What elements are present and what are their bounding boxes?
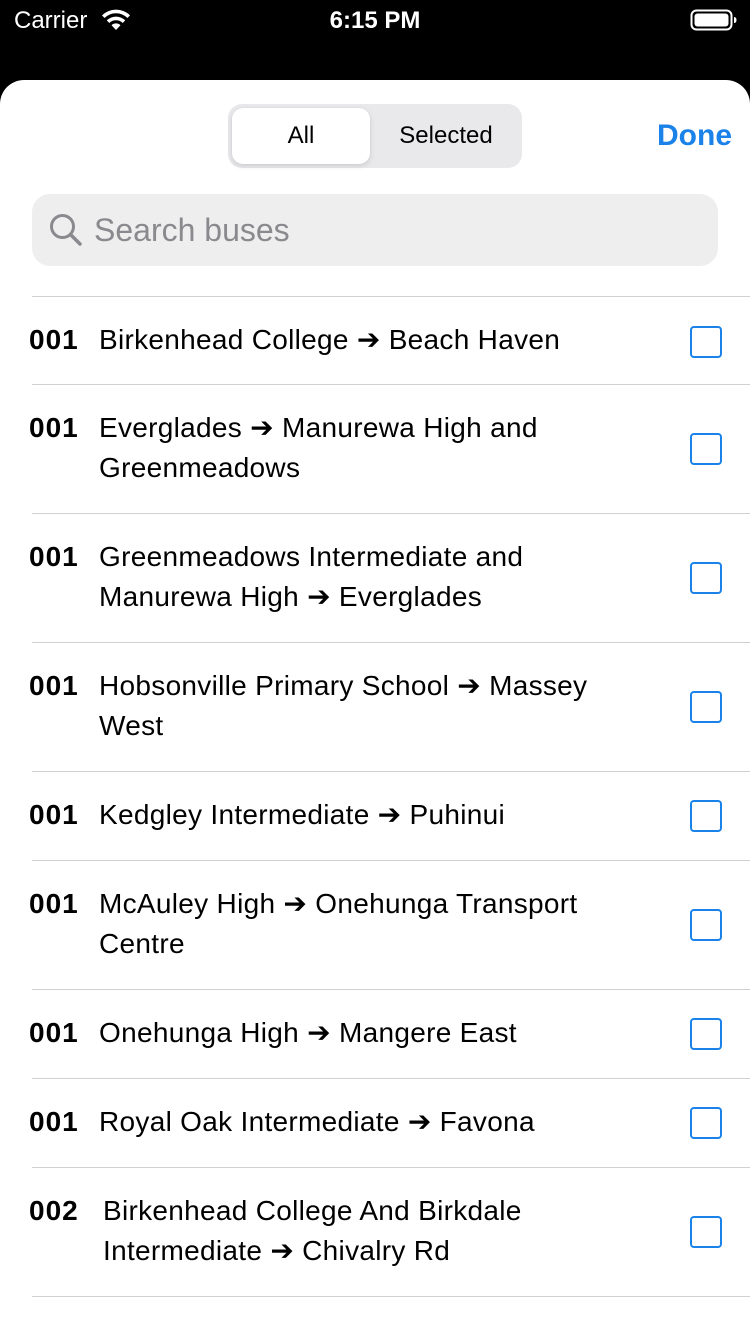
route-number: 001 xyxy=(29,670,79,701)
segment-selected[interactable]: Selected xyxy=(374,108,518,164)
bus-route-list: 001 Birkenhead College ➔ Beach Haven 001… xyxy=(0,296,750,1334)
done-button[interactable]: Done xyxy=(620,108,732,164)
route-number: 001 xyxy=(29,1017,79,1048)
filter-segmented-control: All Selected xyxy=(228,104,522,168)
row-divider xyxy=(32,642,750,643)
list-item[interactable] xyxy=(0,1296,750,1334)
route-number: 001 xyxy=(29,1106,79,1137)
route-name: Birkenhead College ➔ Beach Haven xyxy=(99,324,561,355)
route-name: Royal Oak Intermediate ➔ Favona xyxy=(99,1106,535,1137)
row-divider xyxy=(32,1296,750,1297)
segment-all[interactable]: All xyxy=(232,108,370,164)
route-name: Onehunga High ➔ Mangere East xyxy=(99,1017,517,1048)
row-divider xyxy=(32,771,750,772)
row-divider xyxy=(32,860,750,861)
battery-icon xyxy=(690,8,738,32)
list-item[interactable]: 002 Birkenhead College And Birkdale Inte… xyxy=(0,1167,750,1296)
route-checkbox[interactable] xyxy=(690,691,722,723)
route-name: Birkenhead College And Birkdale Intermed… xyxy=(103,1195,522,1266)
route-name: Everglades ➔ Manurewa High and Greenmead… xyxy=(99,412,538,483)
list-item[interactable]: 001 Hobsonville Primary School ➔ Massey … xyxy=(0,642,750,771)
list-item[interactable]: 001 Everglades ➔ Manurewa High and Green… xyxy=(0,384,750,513)
route-name: Hobsonville Primary School ➔ Massey West xyxy=(99,670,588,741)
route-number: 001 xyxy=(29,888,79,919)
route-checkbox[interactable] xyxy=(690,1107,722,1139)
row-divider xyxy=(32,296,750,297)
row-divider xyxy=(32,384,750,385)
route-number: 001 xyxy=(29,324,79,355)
row-divider xyxy=(32,1078,750,1079)
route-number: 001 xyxy=(29,541,79,572)
status-bar: Carrier 6:15 PM xyxy=(0,0,750,80)
status-time: 6:15 PM xyxy=(329,7,421,34)
search-bar[interactable] xyxy=(32,194,718,266)
route-number: 001 xyxy=(29,799,79,830)
route-checkbox[interactable] xyxy=(690,1216,722,1248)
list-item[interactable]: 001 Royal Oak Intermediate ➔ Favona xyxy=(0,1078,750,1167)
row-divider xyxy=(32,989,750,990)
row-divider xyxy=(32,1167,750,1168)
route-name: Greenmeadows Intermediate and Manurewa H… xyxy=(99,541,524,612)
route-checkbox[interactable] xyxy=(690,562,722,594)
route-checkbox[interactable] xyxy=(690,1018,722,1050)
route-checkbox[interactable] xyxy=(690,909,722,941)
route-checkbox[interactable] xyxy=(690,433,722,465)
list-item[interactable]: 001 McAuley High ➔ Onehunga Transport Ce… xyxy=(0,860,750,989)
list-item[interactable]: 001 Birkenhead College ➔ Beach Haven xyxy=(0,296,750,384)
bus-picker-sheet: All Selected Done 001 Birkenhead College… xyxy=(0,80,750,1334)
search-input[interactable] xyxy=(94,194,694,266)
route-number: 001 xyxy=(29,412,79,443)
row-divider xyxy=(32,513,750,514)
list-item[interactable]: 001 Greenmeadows Intermediate and Manure… xyxy=(0,513,750,642)
route-checkbox[interactable] xyxy=(690,326,722,358)
list-item[interactable]: 001 Kedgley Intermediate ➔ Puhinui xyxy=(0,771,750,860)
list-item[interactable]: 001 Onehunga High ➔ Mangere East xyxy=(0,989,750,1078)
search-icon xyxy=(48,212,84,248)
route-name: McAuley High ➔ Onehunga Transport Centre xyxy=(99,888,578,959)
route-number: 002 xyxy=(29,1195,79,1226)
route-checkbox[interactable] xyxy=(690,800,722,832)
route-name: Kedgley Intermediate ➔ Puhinui xyxy=(99,799,506,830)
